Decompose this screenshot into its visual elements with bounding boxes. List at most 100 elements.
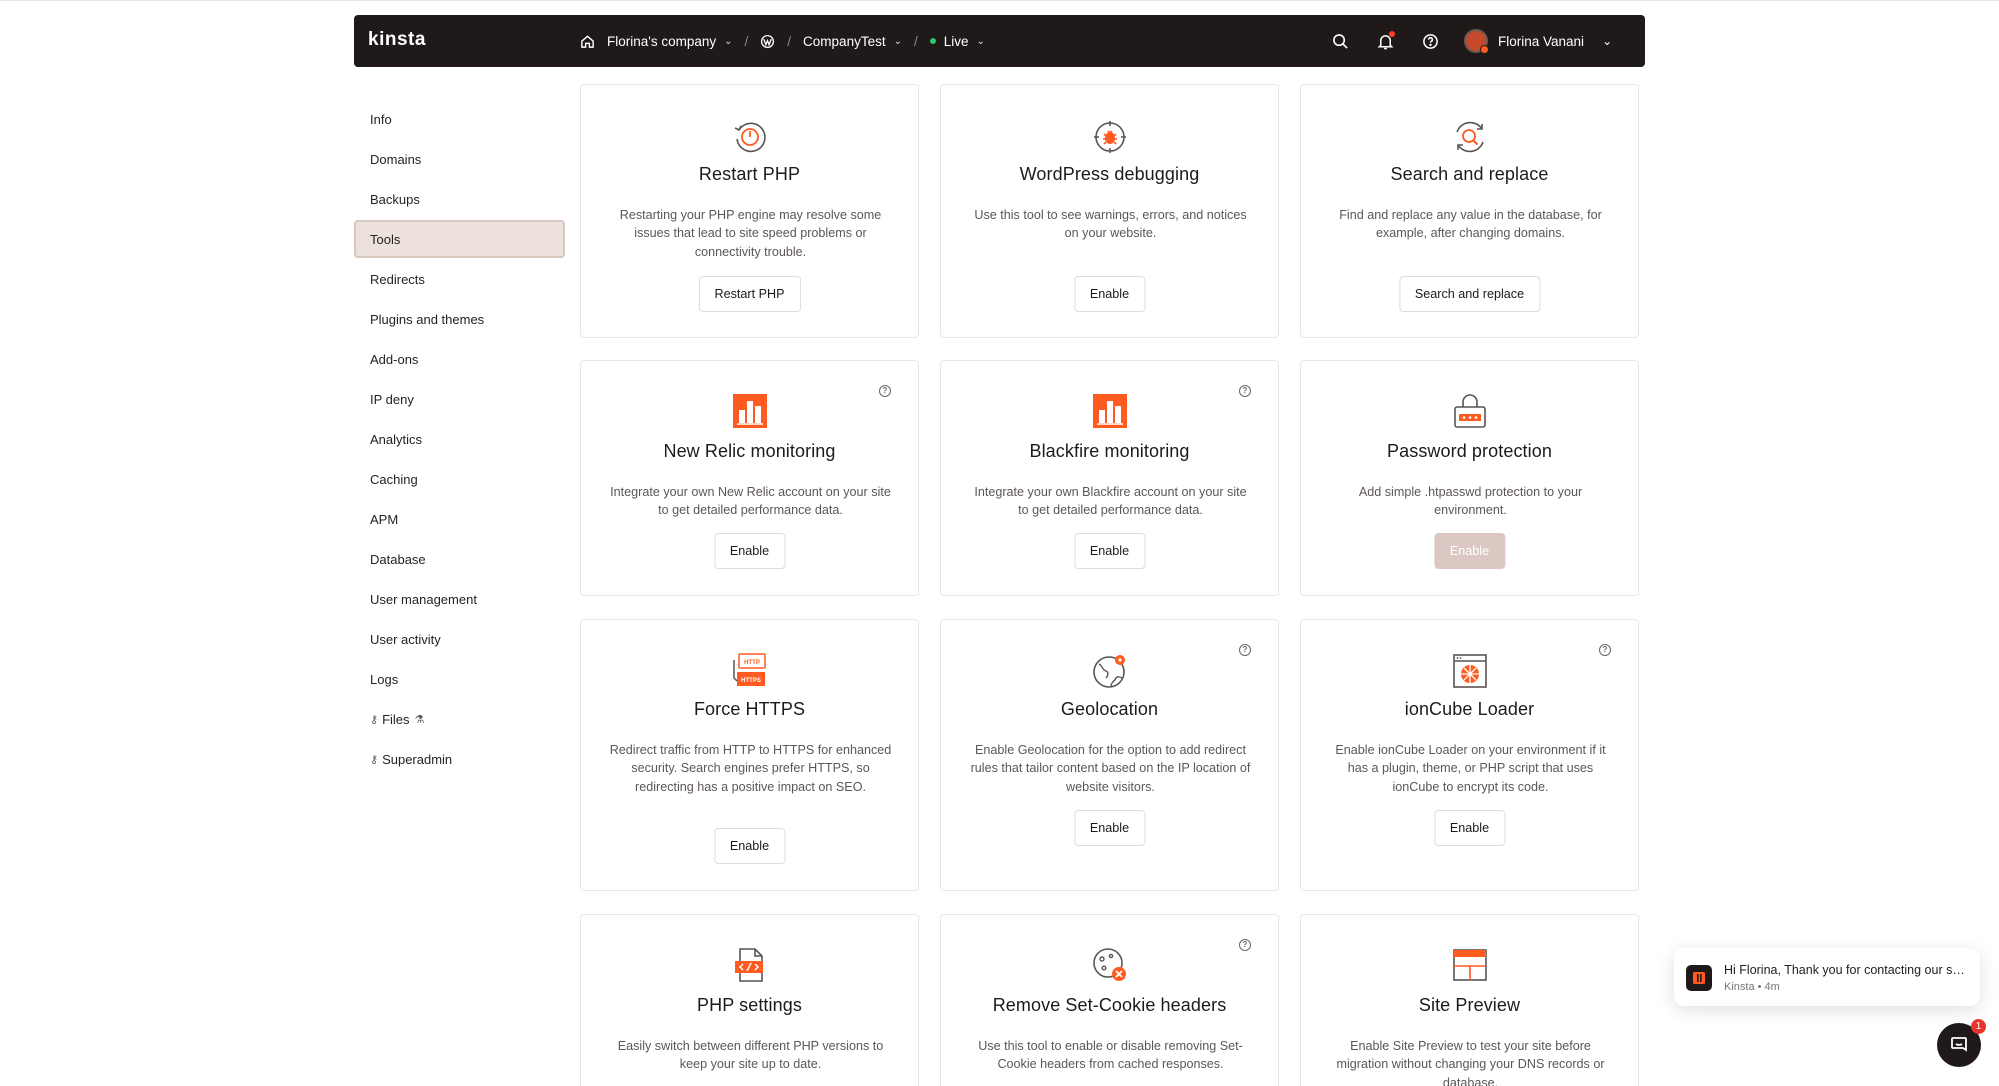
chat-launcher-button[interactable]: 1 xyxy=(1937,1019,1986,1067)
company-selector[interactable]: Florina's company ⌄ xyxy=(607,34,733,49)
unread-badge: 1 xyxy=(1971,1019,1986,1034)
sidebar-item-info[interactable]: Info xyxy=(354,100,565,138)
avatar xyxy=(1464,29,1489,54)
sidebar-item-apm[interactable]: APM xyxy=(354,500,565,538)
sidebar-item-tools[interactable]: Tools xyxy=(354,220,565,258)
kinsta-logo[interactable]: kinsta xyxy=(368,29,426,51)
https-icon: HTTP HTTPS xyxy=(731,652,769,690)
tool-card-new-relic-monitoring: ? New Relic monitoring Integrate your own … xyxy=(580,360,919,596)
svg-text:HTTPS: HTTPS xyxy=(741,678,761,684)
tool-title: ionCube Loader xyxy=(1404,699,1535,719)
sidebar-item-plugins-and-themes[interactable]: Plugins and themes xyxy=(354,300,565,338)
sidebar-item-add-ons[interactable]: Add-ons xyxy=(354,340,565,378)
tool-description: Use this tool to see warnings, errors, a… xyxy=(974,208,1247,241)
tool-title: Force HTTPS xyxy=(693,699,806,719)
search-and-replace-button[interactable]: Search and replace xyxy=(1398,276,1541,312)
sidebar-item-label: Analytics xyxy=(370,431,423,447)
sidebar: Info Domains Backups Tools Redirects Plugins … xyxy=(354,100,565,780)
browser-icon xyxy=(1451,946,1489,984)
sidebar-item-caching[interactable]: Caching xyxy=(354,460,565,498)
sidebar-item-logs[interactable]: Logs xyxy=(354,660,565,698)
sidebar-item-ip-deny[interactable]: IP deny xyxy=(354,380,565,418)
chat-meta: Kinsta • 4m xyxy=(1724,981,1780,993)
help-icon[interactable]: ? xyxy=(1239,644,1251,656)
user-menu[interactable]: Florina Vanani ⌄ xyxy=(1464,15,1612,67)
globe-icon xyxy=(1091,652,1129,690)
home-icon xyxy=(581,34,594,48)
wordpress-debugging-button[interactable]: Enable xyxy=(1073,276,1146,312)
chevron-down-icon: ⌄ xyxy=(976,35,985,47)
tool-card-force-https: HTTP HTTPS Force HTTPS Redirect traffic fro… xyxy=(580,619,919,891)
site-name: CompanyTest xyxy=(803,33,886,49)
breadcrumb-separator: / xyxy=(744,33,749,49)
sidebar-item-analytics[interactable]: Analytics xyxy=(354,420,565,458)
key-icon: ⚷ xyxy=(370,753,379,766)
tool-card-remove-set-cookie-headers: ? Remove Set-Cookie headers Use this tool … xyxy=(940,914,1279,1086)
sidebar-item-redirects[interactable]: Redirects xyxy=(354,260,565,298)
sidebar-item-domains[interactable]: Domains xyxy=(354,140,565,178)
tool-description: Restarting your PHP engine may resolve s… xyxy=(619,208,882,259)
tool-card-blackfire-monitoring: ? Blackfire monitoring Integrate your own … xyxy=(940,360,1279,596)
help-icon[interactable]: ? xyxy=(1599,644,1611,656)
wordpress-link[interactable] xyxy=(760,34,775,49)
help-icon xyxy=(1422,33,1438,49)
tool-card-geolocation: ? Geolocation Enable Geolocation for the o… xyxy=(940,619,1279,891)
bar-chart-icon xyxy=(731,392,769,430)
restart-php-button[interactable]: Restart PHP xyxy=(698,276,801,312)
chat-notification[interactable]: Hi Florina, Thank you for contacting our… xyxy=(1674,948,1980,1006)
sidebar-item-label: Redirects xyxy=(370,271,425,287)
user-name: Florina Vanani xyxy=(1498,33,1585,49)
tool-card-wordpress-debugging: WordPress debugging Use this tool to see … xyxy=(940,84,1279,338)
sidebar-item-label: APM xyxy=(370,511,399,527)
code-file-icon xyxy=(731,946,769,984)
sidebar-item-label: Caching xyxy=(370,471,418,487)
breadcrumb: Florina's company ⌄ / / CompanyTest ⌄ / … xyxy=(580,15,985,67)
chevron-down-icon: ⌄ xyxy=(724,35,733,47)
site-selector[interactable]: CompanyTest ⌄ xyxy=(803,34,902,49)
sidebar-item-database[interactable]: Database xyxy=(354,540,565,578)
tool-description: Easily switch between different PHP vers… xyxy=(617,1039,884,1072)
blackfire-monitoring-button[interactable]: Enable xyxy=(1073,533,1146,569)
chat-icon xyxy=(1951,1037,1967,1052)
search-replace-icon xyxy=(1451,118,1489,156)
sidebar-item-superadmin[interactable]: ⚷ Superadmin xyxy=(354,740,565,778)
tool-title: Search and replace xyxy=(1390,164,1549,184)
help-button[interactable] xyxy=(1418,29,1442,53)
help-icon[interactable]: ? xyxy=(879,385,891,397)
new-relic-monitoring-button[interactable]: Enable xyxy=(713,533,786,569)
search-icon xyxy=(1332,33,1348,49)
tool-description: Enable Geolocation for the option to add… xyxy=(970,743,1251,794)
sidebar-item-label: Tools xyxy=(370,231,401,247)
sidebar-item-backups[interactable]: Backups xyxy=(354,180,565,218)
tool-description: Redirect traffic from HTTP to HTTPS for … xyxy=(609,743,892,794)
ioncube-loader-button[interactable]: Enable xyxy=(1433,810,1506,846)
notifications-button[interactable] xyxy=(1373,29,1397,53)
svg-text:HTTP: HTTP xyxy=(744,660,760,666)
tool-title: WordPress debugging xyxy=(1019,164,1200,184)
environment-name: Live xyxy=(943,33,969,49)
search-button[interactable] xyxy=(1328,29,1352,53)
live-status-dot xyxy=(929,38,936,44)
tool-description: Integrate your own New Relic account on … xyxy=(610,485,891,518)
tool-title: Remove Set-Cookie headers xyxy=(992,995,1227,1015)
help-icon[interactable]: ? xyxy=(1239,939,1251,951)
wordpress-icon xyxy=(761,34,775,48)
home-link[interactable] xyxy=(580,34,595,49)
sidebar-item-files[interactable]: ⚷ Files ⚗ xyxy=(354,700,565,738)
tool-description: Enable ionCube Loader on your environmen… xyxy=(1335,743,1606,794)
sidebar-item-user-activity[interactable]: User activity xyxy=(354,620,565,658)
force-https-button[interactable]: Enable xyxy=(713,828,786,864)
top-navigation: kinsta Florina's company ⌄ / / CompanyTe… xyxy=(354,15,1645,67)
tool-title: Geolocation xyxy=(1060,699,1159,719)
company-name: Florina's company xyxy=(607,33,717,49)
flask-icon: ⚗ xyxy=(414,713,425,726)
help-icon[interactable]: ? xyxy=(1239,385,1251,397)
tool-title: Blackfire monitoring xyxy=(1029,441,1190,461)
chevron-down-icon: ⌄ xyxy=(1602,34,1613,48)
environment-selector[interactable]: Live ⌄ xyxy=(929,33,985,49)
geolocation-button[interactable]: Enable xyxy=(1073,810,1146,846)
sidebar-item-user-management[interactable]: User management xyxy=(354,580,565,618)
bar-chart-icon xyxy=(1091,392,1129,430)
tool-description: Use this tool to enable or disable remov… xyxy=(978,1039,1243,1072)
sidebar-item-label: Add-ons xyxy=(370,351,419,367)
